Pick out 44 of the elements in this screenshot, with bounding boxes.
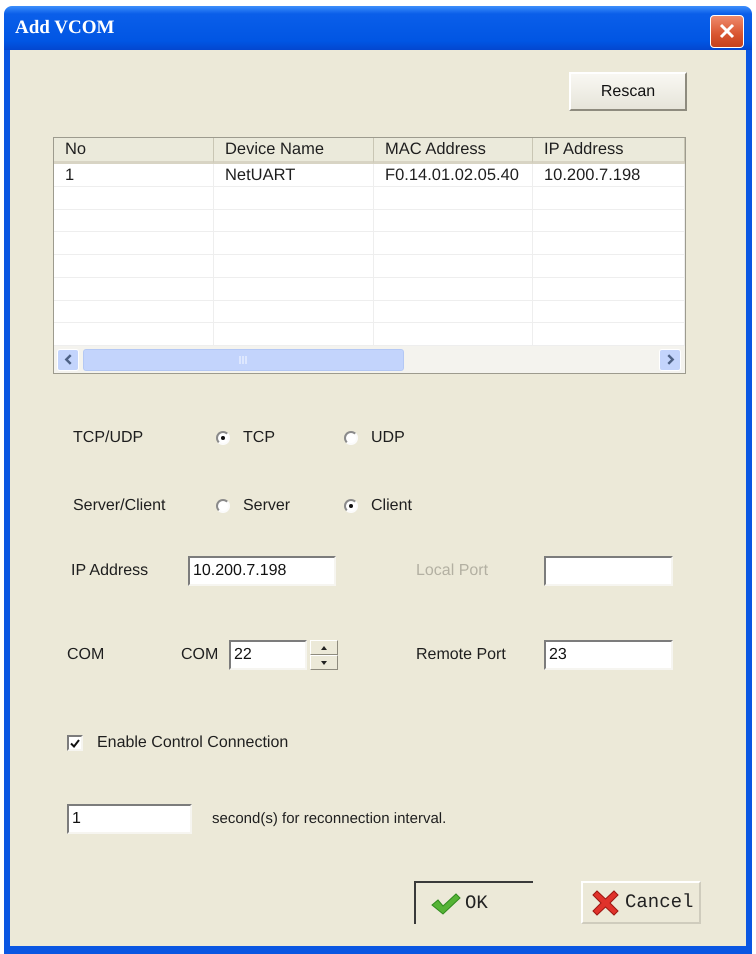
grip-icon [239, 356, 248, 364]
column-header[interactable]: MAC Address [374, 138, 533, 164]
close-button[interactable] [710, 14, 744, 48]
column-header[interactable]: Device Name [214, 138, 374, 164]
radio-option[interactable]: Server [216, 494, 290, 518]
com-port-field[interactable]: 22 [229, 640, 307, 670]
interval-field[interactable]: 1 [67, 804, 192, 834]
close-icon [719, 23, 735, 39]
field-label: COM [67, 646, 104, 663]
ip-address-field[interactable]: 10.200.7.198 [188, 556, 336, 586]
spin-down-button[interactable] [310, 655, 338, 670]
caret-up-icon [321, 646, 327, 650]
table-cell: F0.14.01.02.05.40 [374, 164, 533, 186]
horizontal-scrollbar[interactable] [54, 346, 685, 373]
scroll-right-button[interactable] [659, 348, 681, 370]
field-label: Remote Port [416, 646, 506, 663]
column-header[interactable]: No [54, 138, 214, 164]
field-label: Server/Client [73, 497, 166, 514]
spin-up-button[interactable] [310, 640, 338, 655]
scroll-left-button[interactable] [57, 348, 79, 370]
column-header[interactable]: IP Address [533, 138, 685, 164]
table-cell: NetUART [214, 164, 374, 186]
field-label: IP Address [71, 562, 148, 579]
check-icon [431, 892, 461, 914]
remote-port-field[interactable]: 23 [544, 640, 673, 670]
x-icon [592, 890, 619, 916]
field-label: Local Port [416, 562, 488, 579]
checkbox-option[interactable]: Enable Control Connection [67, 731, 288, 755]
scrollbar-thumb[interactable] [83, 348, 404, 370]
field-label: TCP/UDP [73, 429, 144, 446]
chevron-left-icon [64, 354, 72, 365]
caret-down-icon [321, 660, 327, 664]
radio-option[interactable]: UDP [344, 426, 405, 450]
chevron-right-icon [666, 354, 674, 365]
table-cell: 1 [54, 164, 214, 186]
field-prefix: COM [181, 646, 218, 663]
cancel-button[interactable]: Cancel [581, 881, 701, 924]
interval-label: second(s) for reconnection interval. [212, 808, 446, 829]
rescan-button[interactable]: Rescan [569, 72, 687, 111]
radio-option[interactable]: Client [344, 494, 412, 518]
radio-option[interactable]: TCP [216, 426, 275, 450]
window-title: Add VCOM [15, 16, 114, 40]
ok-button[interactable]: OK [414, 881, 533, 924]
table-cell: 10.200.7.198 [533, 164, 685, 186]
